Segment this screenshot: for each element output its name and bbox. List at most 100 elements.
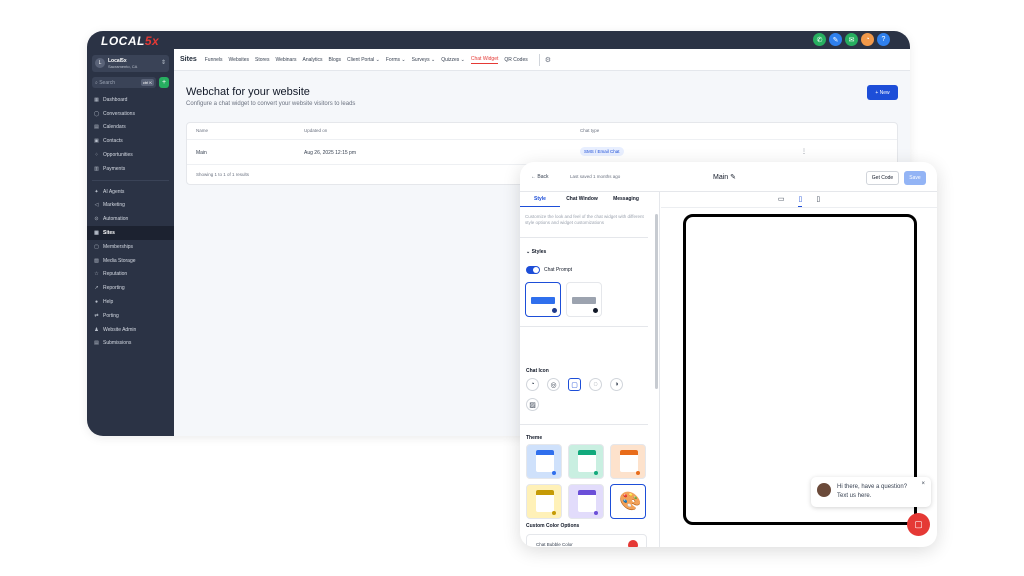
tablet-icon[interactable]: ▯ bbox=[798, 195, 803, 207]
desktop-icon[interactable]: ▭ bbox=[778, 195, 785, 207]
editor-tabs: Style Chat Window Messaging bbox=[520, 192, 660, 207]
tab-stores[interactable]: Stores bbox=[255, 57, 269, 63]
prompt-style-option-1[interactable] bbox=[525, 282, 561, 317]
tab-surveys[interactable]: Surveys ⌄ bbox=[412, 57, 436, 63]
get-code-button[interactable]: Get Code bbox=[866, 171, 899, 185]
tab-client-portal[interactable]: Client Portal ⌄ bbox=[347, 57, 380, 63]
sidebar-item-media-storage[interactable]: ▧ Media Storage bbox=[87, 254, 174, 268]
tab-forms[interactable]: Forms ⌄ bbox=[386, 57, 406, 63]
theme-preview-dot bbox=[552, 511, 556, 515]
chat-icon-option[interactable]: ◔ bbox=[526, 378, 539, 391]
location-switcher[interactable]: L Local5x Sacramento, CA ⇕ bbox=[92, 55, 169, 72]
tablet-preview-frame: Hi there, have a question? Text us here. … bbox=[683, 214, 931, 536]
nav-icon: ● bbox=[94, 299, 99, 306]
nav-icon: ◯ bbox=[93, 110, 100, 117]
sidebar-search: ⌕ Search ctrl K + bbox=[92, 77, 169, 88]
tab-style[interactable]: Style bbox=[520, 192, 560, 207]
nav-icon: ⇄ bbox=[94, 312, 99, 319]
row-menu-icon[interactable]: ⋮ bbox=[801, 148, 807, 155]
quick-add-button[interactable]: + bbox=[159, 77, 169, 88]
chat-icon-option[interactable]: ▨ bbox=[526, 398, 539, 411]
tab-blogs[interactable]: Blogs bbox=[329, 57, 342, 63]
sidebar-item-reporting[interactable]: ↗ Reporting bbox=[87, 281, 174, 295]
theme-preview-dot bbox=[636, 471, 640, 475]
sidebar-item-label: Website Admin bbox=[103, 326, 137, 333]
row-name[interactable]: Main bbox=[196, 150, 207, 156]
last-saved-text: Last saved 1 months ago bbox=[570, 174, 621, 179]
chat-icon-option[interactable]: ◌ bbox=[589, 378, 602, 391]
chat-prompt-bubble[interactable]: Hi there, have a question? Text us here. … bbox=[811, 477, 931, 507]
tab-webinars[interactable]: Webinars bbox=[275, 57, 296, 63]
tab-websites[interactable]: Websites bbox=[229, 57, 249, 63]
sidebar-item-memberships[interactable]: ▢ Memberships bbox=[87, 240, 174, 254]
save-button[interactable]: Save bbox=[904, 171, 926, 185]
new-widget-button[interactable]: + New bbox=[867, 85, 898, 100]
brand-logo[interactable]: LOCAL5x bbox=[101, 34, 159, 48]
back-button[interactable]: ← Back bbox=[531, 174, 549, 180]
tab-funnels[interactable]: Funnels bbox=[205, 57, 223, 63]
styles-heading[interactable]: ⌄ Styles bbox=[526, 249, 546, 255]
chat-icon-option[interactable]: ◎ bbox=[547, 378, 560, 391]
settings-gear-icon[interactable]: ⚙ bbox=[545, 56, 551, 64]
sidebar-item-payments[interactable]: ▥ Payments bbox=[87, 162, 174, 176]
sidebar-item-conversations[interactable]: ◯ Conversations bbox=[87, 107, 174, 121]
sidebar-item-marketing[interactable]: ◁ Marketing bbox=[87, 199, 174, 213]
sidebar-item-help[interactable]: ● Help bbox=[87, 295, 174, 309]
agent-avatar bbox=[817, 483, 831, 497]
chat-icon-option[interactable]: ◑ bbox=[610, 378, 623, 391]
page-title: Webchat for your website bbox=[186, 86, 310, 98]
mobile-icon[interactable]: ▯ bbox=[816, 195, 820, 207]
theme-option[interactable] bbox=[526, 444, 562, 479]
chat-prompt-toggle[interactable] bbox=[526, 266, 540, 274]
pen-icon[interactable]: ✎ bbox=[829, 33, 842, 46]
bell-icon[interactable]: ◔ bbox=[861, 33, 874, 46]
theme-option[interactable] bbox=[526, 484, 562, 519]
help-icon[interactable]: ? bbox=[877, 33, 890, 46]
chevron-updown-icon: ⇕ bbox=[160, 60, 166, 66]
sidebar-item-calendars[interactable]: ▤ Calendars bbox=[87, 121, 174, 135]
theme-option[interactable] bbox=[610, 444, 646, 479]
sidebar-item-reputation[interactable]: ☆ Reputation bbox=[87, 268, 174, 282]
custom-colors-list: Chat Bubble ColorBackground ColorHeader … bbox=[526, 534, 647, 547]
theme-option[interactable] bbox=[568, 484, 604, 519]
sidebar-item-label: Submissions bbox=[103, 340, 132, 347]
custom-theme-option[interactable]: 🎨 bbox=[610, 484, 646, 519]
chat-icon-option[interactable]: ▢ bbox=[568, 378, 581, 391]
divider bbox=[520, 237, 648, 238]
phone-icon[interactable]: ✆ bbox=[813, 33, 826, 46]
sidebar-item-opportunities[interactable]: ⁘ Opportunities bbox=[87, 148, 174, 162]
prompt-style-option-2[interactable] bbox=[566, 282, 602, 317]
edit-pencil-icon[interactable]: ✎ bbox=[730, 174, 736, 181]
megaphone-icon[interactable]: ✉ bbox=[845, 33, 858, 46]
sidebar-item-label: AI Agents bbox=[103, 188, 125, 195]
sidebar-item-automation[interactable]: ⊙ Automation bbox=[87, 212, 174, 226]
prompt-preview-bar bbox=[572, 297, 596, 304]
tab-chat-window[interactable]: Chat Window bbox=[560, 192, 604, 207]
prompt-text: Hi there, have a question? Text us here. bbox=[837, 484, 908, 499]
sidebar-item-label: Reporting bbox=[103, 285, 125, 292]
theme-option[interactable] bbox=[568, 444, 604, 479]
sidebar-item-label: Memberships bbox=[103, 243, 134, 250]
chat-bubble-button[interactable]: ▢ bbox=[907, 513, 930, 536]
sidebar-item-ai-agents[interactable]: ✦ AI Agents bbox=[87, 185, 174, 199]
sidebar-item-website-admin[interactable]: ♟ Website Admin bbox=[87, 323, 174, 337]
search-input[interactable]: ⌕ Search ctrl K bbox=[92, 77, 156, 88]
settings-scrollbar[interactable] bbox=[655, 214, 658, 389]
chat-prompt-label: Chat Prompt bbox=[544, 267, 573, 273]
sidebar-item-submissions[interactable]: ▤ Submissions bbox=[87, 337, 174, 351]
nav-icon: ♟ bbox=[94, 326, 99, 333]
tab-chat-widget[interactable]: Chat Widget bbox=[470, 56, 499, 64]
tab-qr-codes[interactable]: QR Codes bbox=[504, 57, 527, 63]
sidebar-item-dashboard[interactable]: ▦ Dashboard bbox=[87, 93, 174, 107]
close-icon[interactable]: × bbox=[921, 481, 925, 487]
sidebar-item-porting[interactable]: ⇄ Porting bbox=[87, 309, 174, 323]
sidebar-item-sites[interactable]: ▦ Sites bbox=[87, 226, 174, 240]
nav-icon: ◁ bbox=[94, 202, 99, 209]
sidebar-item-contacts[interactable]: ▣ Contacts bbox=[87, 134, 174, 148]
tab-messaging[interactable]: Messaging bbox=[604, 192, 648, 207]
color-swatch[interactable] bbox=[628, 540, 638, 547]
tab-analytics[interactable]: Analytics bbox=[303, 57, 323, 63]
divider bbox=[520, 326, 648, 327]
tab-quizzes[interactable]: Quizzes ⌄ bbox=[441, 57, 465, 63]
row-updated: Aug 26, 2025 12:15 pm bbox=[304, 150, 356, 156]
